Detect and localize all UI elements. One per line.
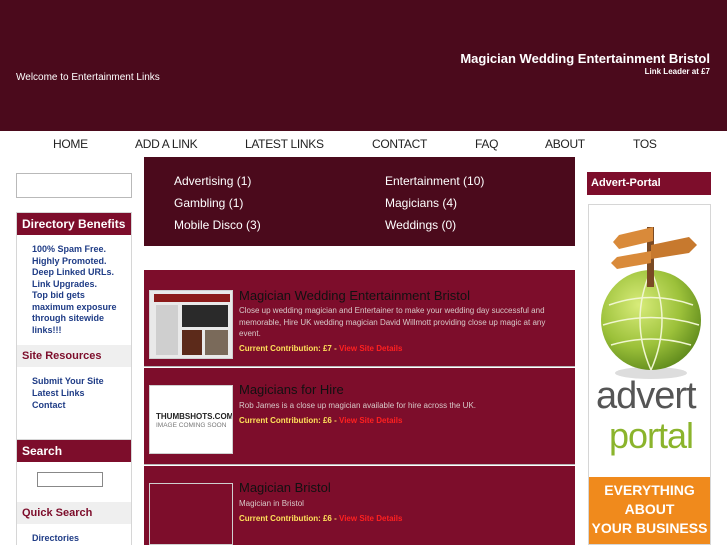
globe-signpost-icon (601, 227, 701, 379)
category-link[interactable]: Magicians (4) (385, 196, 457, 210)
contact-link[interactable]: Contact (17, 399, 131, 411)
listing-row: Magician Bristol Magician in Bristol Cur… (144, 466, 575, 545)
advert-brand-line2: portal (609, 415, 694, 456)
page: Welcome to Entertainment Links Magician … (0, 0, 727, 545)
welcome-text: Welcome to Entertainment Links (16, 72, 160, 83)
listing-title[interactable]: Magician Bristol (239, 480, 331, 495)
benefit-item: 100% Spam Free. (32, 244, 107, 254)
advert-orange-banner: EVERYTHING ABOUT YOUR BUSINESS (589, 477, 710, 544)
benefit-item: maximum exposure (32, 301, 117, 312)
nav-tos[interactable]: TOS (633, 137, 657, 151)
category-link[interactable]: Advertising (1) (174, 174, 251, 188)
advert-banner-line: YOUR BUSINESS (591, 520, 708, 536)
search-heading: Search (17, 440, 131, 462)
view-site-details-link[interactable]: View Site Details (339, 344, 402, 353)
image-coming-soon-text: IMAGE COMING SOON (156, 422, 227, 429)
advert-portal-heading: Advert-Portal (587, 172, 711, 195)
latest-links-link[interactable]: Latest Links (17, 387, 131, 399)
nav-latest-links[interactable]: LATEST LINKS (245, 137, 324, 151)
link-leader-tagline: Link Leader at £7 (644, 67, 710, 76)
quick-search-heading: Quick Search (17, 502, 131, 524)
site-title[interactable]: Magician Wedding Entertainment Bristol (460, 51, 710, 66)
listing-title[interactable]: Magician Wedding Entertainment Bristol (239, 288, 470, 303)
advert-banner[interactable]: advert portal EVERYTHING ABOUT YOUR BUSI… (588, 204, 711, 545)
benefit-item: Highly Promoted. (32, 255, 107, 266)
resources-list: Submit Your Site Latest Links Contact (17, 367, 131, 411)
benefit-item: links!!! (32, 324, 62, 335)
submit-site-link[interactable]: Submit Your Site (17, 375, 131, 387)
benefits-list: 100% Spam Free. Highly Promoted. Deep Li… (17, 235, 131, 336)
site-resources-heading: Site Resources (17, 345, 131, 367)
listing-description-text: Magician in Bristol (239, 499, 304, 508)
benefit-item: Top bid gets (32, 290, 85, 300)
nav-contact[interactable]: CONTACT (372, 137, 427, 151)
site-thumbnail[interactable] (149, 290, 233, 359)
nav-about[interactable]: ABOUT (545, 137, 585, 151)
view-site-details-link[interactable]: View Site Details (339, 514, 402, 523)
nav-faq[interactable]: FAQ (475, 137, 498, 151)
main-nav: HOME ADD A LINK LATEST LINKS CONTACT FAQ… (0, 131, 727, 157)
category-link[interactable]: Entertainment (10) (385, 174, 484, 188)
listing-contribution: Current Contribution: £6 - (239, 415, 337, 425)
benefit-item: Deep Linked URLs. (32, 267, 115, 277)
category-link[interactable]: Mobile Disco (3) (174, 218, 261, 232)
nav-add-link[interactable]: ADD A LINK (135, 137, 198, 151)
directories-link[interactable]: Directories (17, 532, 79, 544)
listing-description-text: Rob James is a close up magician availab… (239, 401, 476, 410)
advert-banner-line: EVERYTHING (604, 482, 695, 498)
benefit-item: through sitewide (32, 313, 104, 323)
listing-description-text: Close up wedding magician and Entertaine… (239, 306, 546, 338)
listing-description: Close up wedding magician and Entertaine… (239, 305, 569, 354)
thumbshots-logo-text: THUMBSHOTS.COM (156, 412, 233, 421)
benefit-item: Link Upgrades. (32, 278, 98, 289)
advert-portal-box: Advert-Portal advert portal EVERYTHING A… (587, 172, 711, 545)
search-box: Search Quick Search Directories (16, 439, 132, 545)
site-header: Welcome to Entertainment Links Magician … (0, 0, 727, 131)
listing-description: Rob James is a close up magician availab… (239, 400, 569, 426)
listing-row: THUMBSHOTS.COM IMAGE COMING SOON Magicia… (144, 368, 575, 465)
sidebar-top-input[interactable] (16, 173, 132, 198)
listing-description: Magician in Bristol Current Contribution… (239, 498, 569, 524)
listing-contribution: Current Contribution: £6 - (239, 513, 337, 523)
directory-benefits-heading: Directory Benefits (17, 213, 131, 235)
site-thumbnail[interactable]: THUMBSHOTS.COM IMAGE COMING SOON (149, 385, 233, 454)
listing-title[interactable]: Magicians for Hire (239, 382, 344, 397)
site-thumbnail[interactable] (149, 483, 233, 545)
category-list: Advertising (1) Entertainment (10) Gambl… (144, 157, 575, 246)
advert-banner-line: ABOUT (624, 501, 675, 517)
advert-brand-line1: advert (596, 375, 697, 417)
category-link[interactable]: Gambling (1) (174, 196, 243, 210)
nav-home[interactable]: HOME (53, 137, 88, 151)
listing-contribution: Current Contribution: £7 - (239, 343, 337, 353)
listing-row: Magician Wedding Entertainment Bristol C… (144, 270, 575, 367)
view-site-details-link[interactable]: View Site Details (339, 416, 402, 425)
search-input[interactable] (37, 472, 103, 487)
category-link[interactable]: Weddings (0) (385, 218, 456, 232)
